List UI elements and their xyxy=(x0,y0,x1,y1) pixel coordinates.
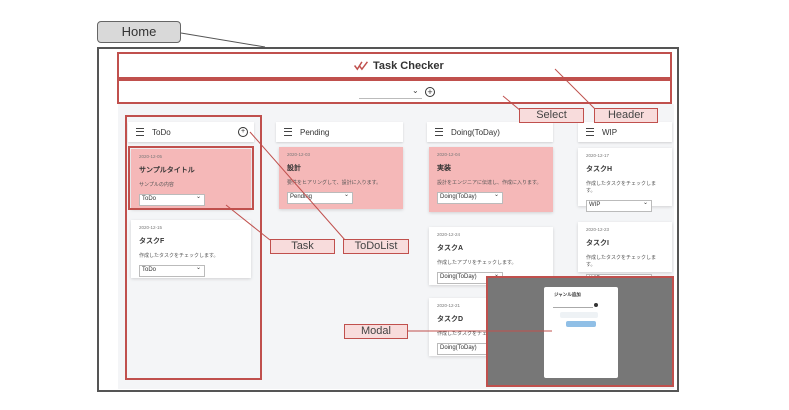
column-header-pending: Pending xyxy=(276,122,403,142)
status-select[interactable]: WIP xyxy=(586,199,652,212)
task-date: 2020-12-03 xyxy=(287,152,311,157)
menu-icon[interactable] xyxy=(586,128,594,136)
menu-icon[interactable] xyxy=(435,128,443,136)
status-select[interactable]: Pending xyxy=(287,191,353,204)
task-title: タスクH xyxy=(586,166,613,173)
callout-header: Header xyxy=(594,108,658,123)
task-card[interactable]: 2020-12-03 設計 要件をヒアリングして、設計に入ります。 Pendin… xyxy=(279,147,403,209)
task-title: タスクI xyxy=(586,240,609,247)
task-title: タスクA xyxy=(437,245,464,252)
header-outline xyxy=(117,52,672,79)
callout-select: Select xyxy=(519,108,584,123)
task-body: 作成したタスクをチェックします。 xyxy=(586,255,657,268)
column-title: Pending xyxy=(300,127,330,137)
task-title: 設計 xyxy=(287,165,301,172)
home-label: Home xyxy=(97,21,181,43)
status-select[interactable]: Doing(ToDay) xyxy=(437,191,503,204)
menu-icon[interactable] xyxy=(284,128,292,136)
callout-todolist: ToDoList xyxy=(343,239,409,254)
task-card[interactable]: 2020-12-23 タスクI 作成したタスクをチェックします。 WIP xyxy=(578,222,672,286)
task-body: 作成したアプリをチェックします。 xyxy=(437,260,517,266)
modal-outline xyxy=(486,276,674,387)
task-date: 2020-12-17 xyxy=(586,153,610,158)
task-date: 2020-12-24 xyxy=(437,232,461,237)
task-card[interactable]: 2020-12-17 タスクH 作成したタスクをチェックします。 WIP xyxy=(578,148,672,212)
task-body: 要件をヒアリングして、設計に入ります。 xyxy=(287,180,382,186)
task-card[interactable]: 2020-12-04 実装 設計をエンジニアに伝達し、作成に入ります。 Doin… xyxy=(429,147,553,212)
task-title: 実装 xyxy=(437,165,451,172)
task-date: 2020-12-04 xyxy=(437,152,461,157)
column-title: Doing(ToDay) xyxy=(451,127,500,137)
callout-modal: Modal xyxy=(344,324,408,339)
callout-task: Task xyxy=(270,239,335,254)
select-outline xyxy=(117,79,672,104)
column-header-wip: WIP xyxy=(578,122,672,142)
task-outline xyxy=(128,146,254,210)
column-header-doing: Doing(ToDay) xyxy=(427,122,553,142)
column-title: WIP xyxy=(602,127,618,137)
task-date: 2020-12-23 xyxy=(586,227,610,232)
task-body: 設計をエンジニアに伝達し、作成に入ります。 xyxy=(437,180,542,186)
task-body: 作成したタスクをチェックします。 xyxy=(586,181,657,194)
